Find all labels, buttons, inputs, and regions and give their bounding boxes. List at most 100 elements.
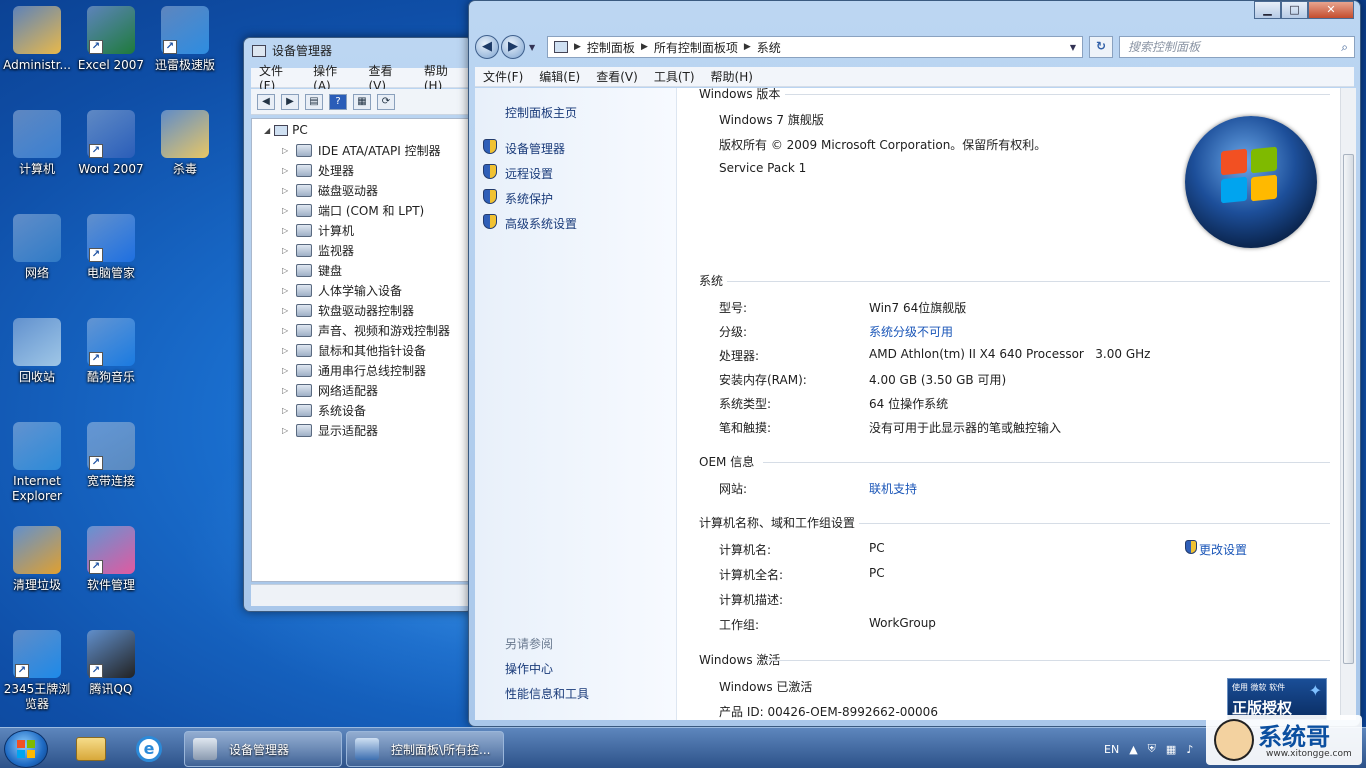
device-category[interactable]: ▷ 人体学输入设备 bbox=[282, 281, 402, 299]
device-category[interactable]: ▷ 计算机 bbox=[282, 221, 354, 239]
device-category[interactable]: ▷ 系统设备 bbox=[282, 401, 366, 419]
language-indicator[interactable]: EN bbox=[1104, 743, 1119, 756]
forward-arrow-icon[interactable]: ▶ bbox=[281, 93, 299, 110]
view-icon[interactable]: ▦ bbox=[353, 93, 371, 110]
desktop-icon[interactable]: 回收站 bbox=[0, 318, 74, 385]
action-center-link[interactable]: 操作中心 bbox=[505, 660, 553, 677]
properties-icon[interactable]: ▤ bbox=[305, 93, 323, 110]
network-tray-icon[interactable]: ▦ bbox=[1166, 743, 1176, 756]
menu-help[interactable]: 帮助(H) bbox=[703, 68, 761, 85]
breadcrumb-system[interactable]: 系统 bbox=[757, 39, 781, 56]
control-panel-window[interactable]: ▁ □ ✕ ◀ ▶ ▼ ▶ 控制面板 ▶ 所有控制面板项 ▶ 系统 ▼ ↻ 搜索… bbox=[468, 0, 1361, 727]
scrollbar-thumb[interactable] bbox=[1343, 154, 1354, 664]
desktop-icon[interactable]: 杀毒 bbox=[148, 110, 222, 177]
menu-tools[interactable]: 工具(T) bbox=[646, 68, 703, 85]
device-category[interactable]: ▷ 显示适配器 bbox=[282, 421, 378, 439]
history-dropdown-icon[interactable]: ▼ bbox=[529, 43, 535, 52]
start-button[interactable] bbox=[4, 730, 48, 768]
desktop-icon[interactable]: 网络 bbox=[0, 214, 74, 281]
menu-view[interactable]: 查看(V) bbox=[588, 68, 646, 85]
address-bar[interactable]: ▶ 控制面板 ▶ 所有控制面板项 ▶ 系统 ▼ bbox=[547, 36, 1083, 58]
address-dropdown-icon[interactable]: ▼ bbox=[1070, 43, 1076, 52]
desktop-icon[interactable]: ↗ 软件管理 bbox=[74, 526, 148, 593]
device-category[interactable]: ▷ 处理器 bbox=[282, 161, 354, 179]
volume-icon[interactable]: ♪ bbox=[1186, 743, 1193, 756]
desktop-icon[interactable]: ↗ 酷狗音乐 bbox=[74, 318, 148, 385]
expand-arrow-icon[interactable]: ▷ bbox=[282, 426, 290, 435]
device-category[interactable]: ▷ 网络适配器 bbox=[282, 381, 378, 399]
performance-tools-link[interactable]: 性能信息和工具 bbox=[505, 685, 589, 702]
expand-arrow-icon[interactable]: ▷ bbox=[282, 306, 290, 315]
desktop-icon[interactable]: ↗ Excel 2007 bbox=[74, 6, 148, 73]
expand-arrow-icon[interactable]: ▷ bbox=[282, 286, 290, 295]
tree-root-pc[interactable]: ◢ PC bbox=[264, 123, 308, 137]
minimize-button[interactable]: ▁ bbox=[1254, 1, 1281, 19]
expand-arrow-icon[interactable]: ▷ bbox=[282, 326, 290, 335]
task-control-panel[interactable]: 控制面板\所有控... bbox=[346, 731, 504, 767]
device-category[interactable]: ▷ 声音、视频和游戏控制器 bbox=[282, 321, 450, 339]
breadcrumb-separator-icon[interactable]: ▶ bbox=[744, 42, 751, 52]
device-category[interactable]: ▷ 通用串行总线控制器 bbox=[282, 361, 426, 379]
device-manager-link[interactable]: 设备管理器 bbox=[505, 140, 565, 157]
back-button[interactable]: ◀ bbox=[475, 35, 499, 59]
breadcrumb-control-panel[interactable]: 控制面板 bbox=[587, 39, 635, 56]
desktop-icon[interactable]: ↗ 2345王牌浏览器 bbox=[0, 630, 74, 712]
control-panel-home-link[interactable]: 控制面板主页 bbox=[505, 104, 577, 121]
forward-button[interactable]: ▶ bbox=[501, 35, 525, 59]
device-category[interactable]: ▷ 监视器 bbox=[282, 241, 354, 259]
collapse-arrow-icon[interactable]: ◢ bbox=[264, 126, 270, 135]
advanced-settings-link[interactable]: 高级系统设置 bbox=[505, 215, 577, 232]
expand-arrow-icon[interactable]: ▷ bbox=[282, 166, 290, 175]
scan-hardware-icon[interactable]: ⟳ bbox=[377, 93, 395, 110]
desktop-icon[interactable]: ↗ 腾讯QQ bbox=[74, 630, 148, 697]
device-category[interactable]: ▷ 端口 (COM 和 LPT) bbox=[282, 201, 424, 219]
back-arrow-icon[interactable]: ◀ bbox=[257, 93, 275, 110]
refresh-button[interactable]: ↻ bbox=[1089, 36, 1113, 58]
expand-arrow-icon[interactable]: ▷ bbox=[282, 226, 290, 235]
expand-arrow-icon[interactable]: ▷ bbox=[282, 346, 290, 355]
close-button[interactable]: ✕ bbox=[1308, 1, 1354, 19]
maximize-button[interactable]: □ bbox=[1281, 1, 1308, 19]
device-category[interactable]: ▷ 鼠标和其他指针设备 bbox=[282, 341, 426, 359]
breadcrumb-all-items[interactable]: 所有控制面板项 bbox=[654, 39, 738, 56]
explorer-pin[interactable] bbox=[66, 731, 116, 767]
genuine-badge[interactable]: 使用 微软 软件 正版授权 ✦ bbox=[1227, 678, 1327, 720]
device-manager-titlebar[interactable]: 设备管理器 bbox=[252, 42, 332, 59]
expand-arrow-icon[interactable]: ▷ bbox=[282, 186, 290, 195]
desktop-icon[interactable]: Administr... bbox=[0, 6, 74, 73]
expand-arrow-icon[interactable]: ▷ bbox=[282, 406, 290, 415]
desktop-icon[interactable]: ↗ 宽带连接 bbox=[74, 422, 148, 489]
expand-arrow-icon[interactable]: ▷ bbox=[282, 246, 290, 255]
expand-arrow-icon[interactable]: ▷ bbox=[282, 266, 290, 275]
system-field-link[interactable]: 系统分级不可用 bbox=[869, 323, 953, 340]
vertical-scrollbar[interactable] bbox=[1340, 88, 1356, 720]
expand-arrow-icon[interactable]: ▷ bbox=[282, 386, 290, 395]
online-support-link[interactable]: 联机支持 bbox=[869, 480, 917, 497]
desktop-icon[interactable]: ↗ Word 2007 bbox=[74, 110, 148, 177]
security-icon[interactable]: ⛨ bbox=[1148, 742, 1156, 756]
desktop-icon[interactable]: 清理垃圾 bbox=[0, 526, 74, 593]
breadcrumb-separator-icon[interactable]: ▶ bbox=[641, 42, 648, 52]
search-icon[interactable]: ⌕ bbox=[1341, 37, 1348, 57]
expand-arrow-icon[interactable]: ▷ bbox=[282, 146, 290, 155]
ie-pin[interactable]: e bbox=[124, 731, 174, 767]
tray-expand-icon[interactable]: ▲ bbox=[1129, 743, 1137, 756]
device-category[interactable]: ▷ IDE ATA/ATAPI 控制器 bbox=[282, 141, 441, 159]
desktop-icon[interactable]: Internet Explorer bbox=[0, 422, 74, 504]
change-settings-link[interactable]: 更改设置 bbox=[1199, 541, 1247, 558]
help-icon[interactable]: ? bbox=[329, 93, 347, 110]
breadcrumb-separator-icon[interactable]: ▶ bbox=[574, 42, 581, 52]
menu-edit[interactable]: 编辑(E) bbox=[531, 68, 588, 85]
remote-settings-link[interactable]: 远程设置 bbox=[505, 165, 553, 182]
expand-arrow-icon[interactable]: ▷ bbox=[282, 366, 290, 375]
desktop-icon[interactable]: 计算机 bbox=[0, 110, 74, 177]
device-category[interactable]: ▷ 磁盘驱动器 bbox=[282, 181, 378, 199]
system-protection-link[interactable]: 系统保护 bbox=[505, 190, 553, 207]
expand-arrow-icon[interactable]: ▷ bbox=[282, 206, 290, 215]
device-category[interactable]: ▷ 键盘 bbox=[282, 261, 342, 279]
menu-file[interactable]: 文件(F) bbox=[475, 68, 531, 85]
task-device-manager[interactable]: 设备管理器 bbox=[184, 731, 342, 767]
device-category[interactable]: ▷ 软盘驱动器控制器 bbox=[282, 301, 414, 319]
search-input[interactable]: 搜索控制面板 ⌕ bbox=[1119, 36, 1355, 58]
desktop-icon[interactable]: ↗ 电脑管家 bbox=[74, 214, 148, 281]
